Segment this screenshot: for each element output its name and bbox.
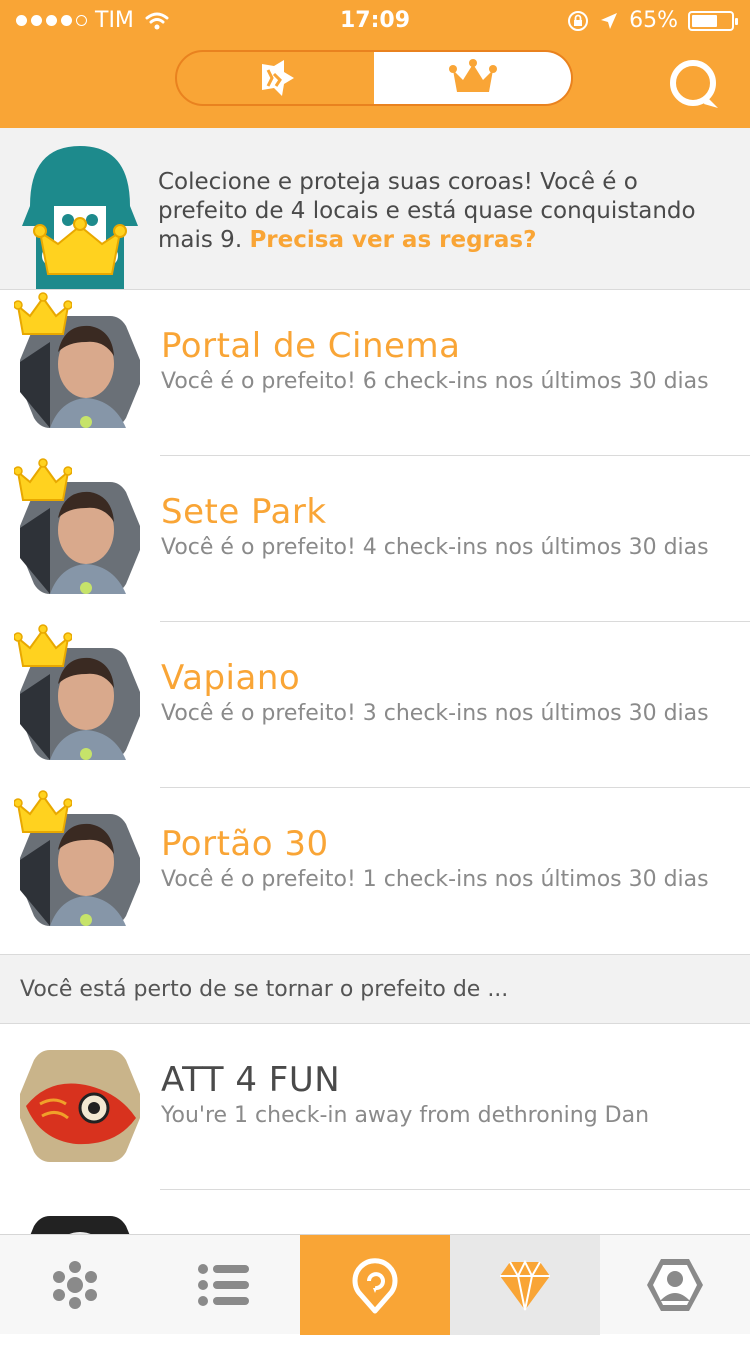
intro-text: Colecione e proteja suas coroas! Você é … [158, 168, 728, 255]
battery-icon [688, 10, 738, 31]
crown-badge-icon [14, 790, 72, 833]
tab-list[interactable] [150, 1235, 300, 1335]
location-arrow-icon [601, 12, 618, 29]
diamond-icon [500, 1259, 550, 1311]
status-bar: TIM 17:09 65% [0, 0, 750, 40]
tab-bar [0, 1234, 750, 1335]
venue-status: Você é o prefeito! 6 check-ins nos últim… [161, 369, 709, 394]
header: TIM 17:09 65% [0, 0, 750, 128]
rotation-lock-icon [568, 10, 589, 31]
venue-status: You're 1 check-in away from dethroning D… [161, 1103, 650, 1128]
rules-link[interactable]: Precisa ver as regras? [249, 227, 536, 253]
crown-badge-icon [14, 292, 72, 335]
tab-stickers[interactable] [177, 52, 374, 104]
crown-badge-icon [14, 458, 72, 501]
history-icon [53, 1261, 97, 1309]
venue-status: Você é o prefeito! 1 check-ins nos últim… [161, 867, 709, 892]
search-button[interactable] [668, 58, 720, 110]
battery-percent: 65% [629, 8, 678, 33]
crown-icon [448, 59, 497, 92]
tab-mayorships[interactable] [374, 52, 571, 104]
stickers-icon [261, 60, 294, 96]
venue-status: Você é o prefeito! 3 check-ins nos últim… [161, 701, 709, 726]
venue-name: Portal de Cinema [161, 326, 461, 366]
crown-badge-icon [14, 624, 72, 667]
venue-name: ATT 4 FUN [161, 1060, 341, 1100]
list-item[interactable]: Vapiano Você é o prefeito! 3 check-ins n… [0, 622, 750, 788]
list-item[interactable]: Portal de Cinema Você é o prefeito! 6 ch… [0, 290, 750, 456]
venue-name: Sete Park [161, 492, 327, 532]
venue-status: Você é o prefeito! 4 check-ins nos últim… [161, 535, 709, 560]
section-header: Você está perto de se tornar o prefeito … [0, 954, 750, 1024]
user-avatar [20, 1050, 140, 1162]
tab-profile[interactable] [600, 1235, 750, 1335]
checkin-icon [352, 1258, 398, 1314]
list-icon [198, 1264, 249, 1306]
venue-name: Portão 30 [161, 824, 329, 864]
tab-checkin[interactable] [300, 1235, 450, 1335]
list-item[interactable]: Portão 30 Você é o prefeito! 1 check-ins… [0, 788, 750, 954]
mode-switch [175, 50, 573, 106]
mascot-icon [22, 146, 138, 289]
list-item[interactable]: Sete Park Você é o prefeito! 4 check-ins… [0, 456, 750, 622]
intro-banner: Colecione e proteja suas coroas! Você é … [0, 128, 750, 290]
list-item[interactable]: ATT 4 FUN You're 1 check-in away from de… [0, 1024, 750, 1190]
venue-name: Vapiano [161, 658, 301, 698]
profile-icon [647, 1259, 703, 1311]
section-header-label: Você está perto de se tornar o prefeito … [20, 977, 509, 1002]
tab-mayor[interactable] [450, 1235, 600, 1335]
search-icon [670, 60, 718, 108]
tab-history[interactable] [0, 1235, 150, 1335]
